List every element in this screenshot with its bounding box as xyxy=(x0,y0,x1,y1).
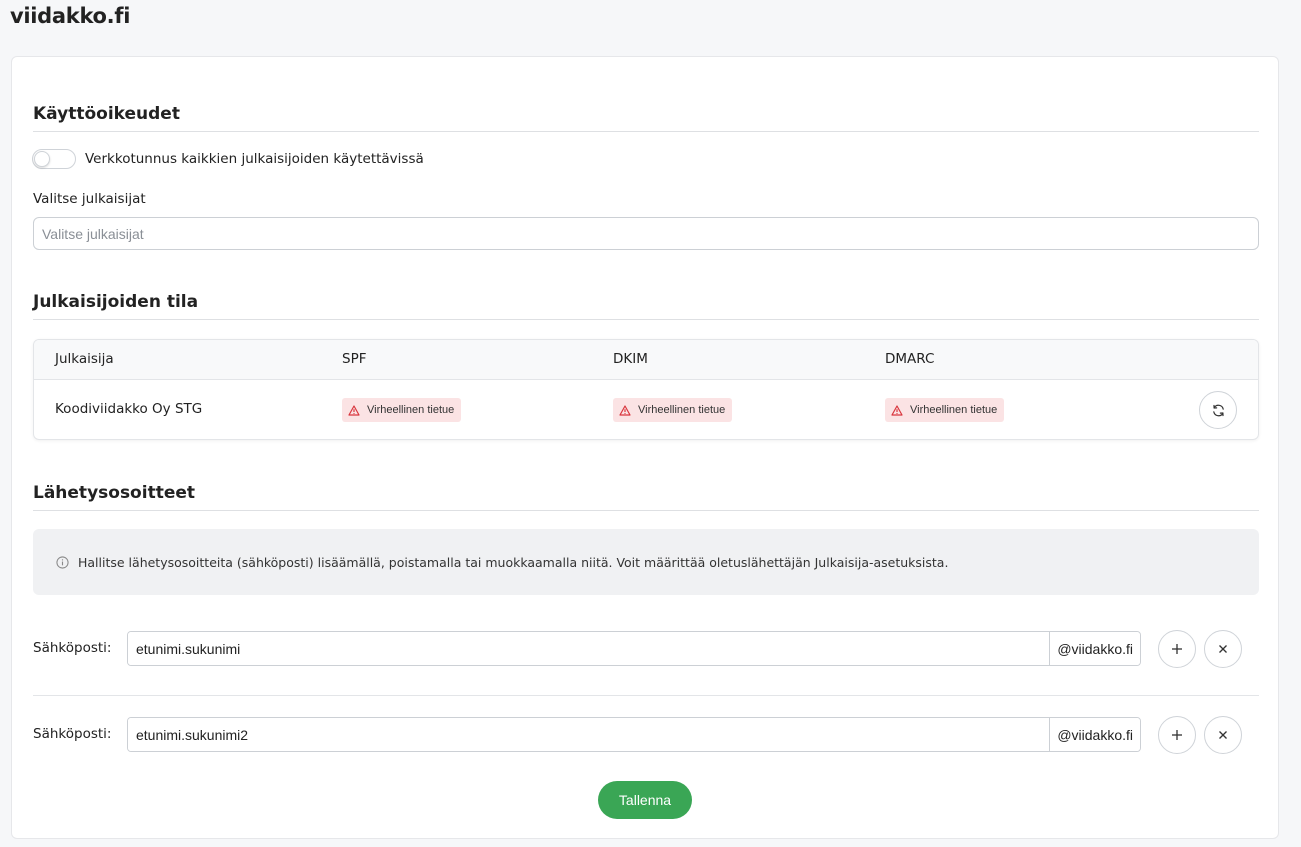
toggle-label: Verkkotunnus kaikkien julkaisijoiden käy… xyxy=(85,151,424,167)
sender-addresses-title: Lähetysosoitteet xyxy=(33,483,1259,511)
info-text: Hallitse lähetysosoitteita (sähköposti) … xyxy=(78,554,949,570)
spf-status-text: Virheellinen tietue xyxy=(367,404,455,416)
table-row: Koodiviidakko Oy STG Virheellinen tietue… xyxy=(34,380,1258,439)
remove-email-button[interactable] xyxy=(1204,630,1242,668)
select-publishers-input[interactable] xyxy=(33,217,1259,250)
email-input-group: @viidakko.fi xyxy=(127,631,1141,666)
close-icon xyxy=(1219,731,1227,739)
dmarc-status-text: Virheellinen tietue xyxy=(910,404,998,416)
dkim-status-text: Virheellinen tietue xyxy=(638,404,726,416)
domain-shared-toggle[interactable] xyxy=(32,149,76,169)
add-email-button[interactable] xyxy=(1158,630,1196,668)
remove-email-button[interactable] xyxy=(1204,716,1242,754)
warning-icon xyxy=(619,404,631,416)
site-title: viidakko.fi xyxy=(10,4,131,28)
add-email-button[interactable] xyxy=(1158,716,1196,754)
save-button[interactable]: Tallenna xyxy=(598,781,692,819)
info-box: Hallitse lähetysosoitteita (sähköposti) … xyxy=(33,529,1259,595)
email-input[interactable] xyxy=(128,718,1050,751)
select-publishers-label: Valitse julkaisijat xyxy=(33,191,146,207)
email-input-group: @viidakko.fi xyxy=(127,717,1141,752)
toggle-knob xyxy=(34,151,50,167)
email-domain-suffix: @viidakko.fi xyxy=(1049,718,1140,751)
publisher-status-table: Julkaisija SPF DKIM DMARC Koodiviidakko … xyxy=(33,339,1259,440)
email-label: Sähköposti: xyxy=(33,726,112,742)
dkim-status-badge: Virheellinen tietue xyxy=(613,398,733,422)
email-domain-suffix: @viidakko.fi xyxy=(1049,632,1140,665)
email-input[interactable] xyxy=(128,632,1050,665)
dmarc-status-badge: Virheellinen tietue xyxy=(885,398,1005,422)
publisher-status-title: Julkaisijoiden tila xyxy=(33,292,1259,320)
close-icon xyxy=(1219,645,1227,653)
plus-icon xyxy=(1172,644,1182,654)
email-label: Sähköposti: xyxy=(33,640,112,656)
column-header-publisher: Julkaisija xyxy=(55,351,114,367)
permissions-title: Käyttöoikeudet xyxy=(33,104,1259,132)
warning-icon xyxy=(348,404,360,416)
refresh-icon xyxy=(1212,404,1224,416)
table-header: Julkaisija SPF DKIM DMARC xyxy=(34,340,1258,380)
toggle-row: Verkkotunnus kaikkien julkaisijoiden käy… xyxy=(32,149,424,169)
publisher-name: Koodiviidakko Oy STG xyxy=(55,401,203,417)
plus-icon xyxy=(1172,730,1182,740)
email-row: Sähköposti: @viidakko.fi xyxy=(33,630,1259,668)
column-header-dkim: DKIM xyxy=(613,351,648,367)
settings-card: Käyttöoikeudet Verkkotunnus kaikkien jul… xyxy=(11,56,1279,839)
row-divider xyxy=(33,695,1259,696)
column-header-spf: SPF xyxy=(342,351,367,367)
spf-status-badge: Virheellinen tietue xyxy=(342,398,462,422)
warning-icon xyxy=(891,404,903,416)
email-row: Sähköposti: @viidakko.fi xyxy=(33,716,1259,754)
column-header-dmarc: DMARC xyxy=(885,351,935,367)
info-icon xyxy=(56,555,69,569)
refresh-button[interactable] xyxy=(1199,391,1237,429)
